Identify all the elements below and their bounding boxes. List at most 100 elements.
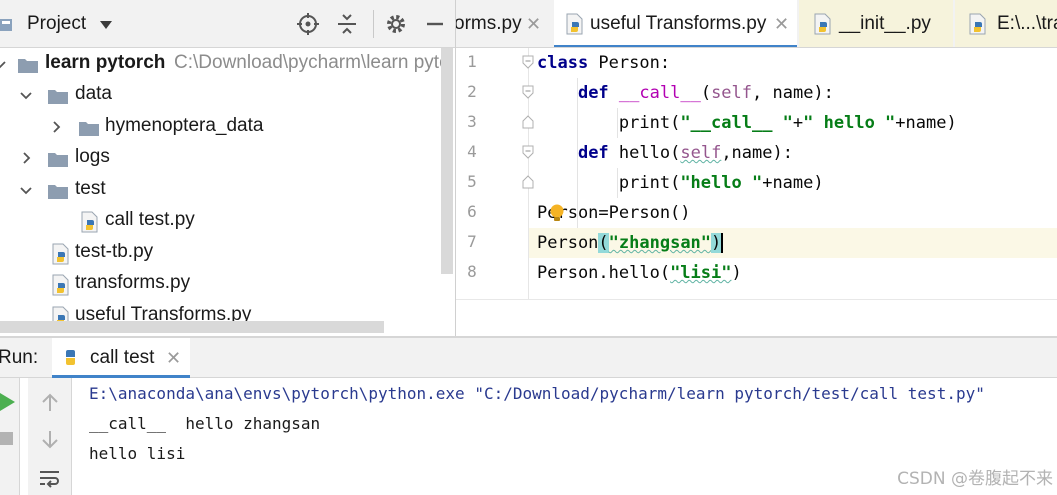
arrow-down-icon[interactable] <box>41 430 59 450</box>
tree-item-logs[interactable]: logs <box>0 142 443 173</box>
tree-item-label: test <box>75 178 106 199</box>
toolbar-separator <box>373 10 374 38</box>
chevron-down-icon[interactable] <box>20 89 32 101</box>
stop-icon[interactable] <box>0 432 14 446</box>
chevron-down-icon[interactable] <box>100 21 112 29</box>
tab-label: orms.py <box>456 13 522 34</box>
code-text: ,name): <box>721 143 793 163</box>
run-toolbar <box>0 378 20 495</box>
tree-item-data[interactable]: data <box>0 79 443 110</box>
close-icon[interactable]: ✕ <box>774 14 789 35</box>
chevron-down-icon[interactable] <box>0 58 6 70</box>
python-file-icon <box>52 243 69 265</box>
tree-item-label: call test.py <box>105 209 195 230</box>
line-number: 2 <box>467 82 477 101</box>
string-literal: "hello " <box>680 173 763 193</box>
code-line-5[interactable]: print("hello "+name) <box>537 168 824 198</box>
code-text: ) <box>731 263 742 283</box>
code-editor[interactable]: class Person: def __call__(self, name): … <box>529 48 1057 300</box>
close-icon[interactable]: ✕ <box>166 348 181 369</box>
tree-item-test-tb-py[interactable]: test-tb.py <box>0 237 443 268</box>
line-number: 1 <box>467 52 477 71</box>
tree-item-label: learn pytorch <box>45 52 166 73</box>
code-text: print( <box>618 173 681 193</box>
matched-bracket: ) <box>711 233 722 253</box>
string-literal: " hello " <box>803 113 896 133</box>
tree-vertical-scrollbar[interactable] <box>441 48 453 274</box>
tab-label: __init__.py <box>839 13 931 34</box>
close-icon[interactable]: ✕ <box>526 14 541 35</box>
code-text: Person <box>537 233 599 253</box>
chevron-right-icon[interactable] <box>20 152 32 164</box>
tab-label: useful Transforms.py <box>590 13 767 34</box>
tree-item-label: hymenoptera_data <box>105 115 264 136</box>
string-literal: "__call__ " <box>680 113 793 133</box>
watermark: CSDN @卷腹起不来 <box>897 469 1053 489</box>
tree-item-test[interactable]: test <box>0 174 443 205</box>
console-output-line: __call__ hello zhangsan <box>89 414 321 433</box>
code-line-2[interactable]: def __call__(self, name): <box>537 78 834 108</box>
code-text: ( <box>700 83 712 103</box>
chevron-right-icon[interactable] <box>50 121 62 133</box>
run-toolbar-secondary <box>28 378 72 495</box>
code-line-7[interactable]: Person("zhangsan") <box>529 228 1057 258</box>
chevron-down-icon[interactable] <box>20 184 32 196</box>
tree-item-label: test-tb.py <box>75 241 154 262</box>
folder-icon <box>48 185 68 199</box>
tree-item-call-test-py[interactable]: call test.py <box>0 205 443 236</box>
line-number: 3 <box>467 112 477 131</box>
matched-bracket: ( <box>598 233 609 253</box>
project-tree: learn pytorch C:\Download\pycharm\learn … <box>0 48 443 336</box>
line-number: 6 <box>467 202 477 221</box>
string-literal: "lisi" <box>670 263 732 283</box>
tree-item-root[interactable]: learn pytorch C:\Download\pycharm\learn … <box>0 48 443 79</box>
code-line-8[interactable]: Person.hello("lisi") <box>537 258 742 288</box>
editor-breadcrumb-area <box>456 299 1057 337</box>
locate-crosshair-icon[interactable] <box>296 12 320 36</box>
console-output-line: hello lisi <box>89 444 186 463</box>
editor-tab-bar: orms.py ✕ useful Transforms.py ✕ __init_… <box>456 0 1057 48</box>
code-text: +name) <box>762 173 824 193</box>
python-file-icon <box>814 13 831 35</box>
line-number: 5 <box>467 172 477 191</box>
tree-item-hymenoptera-data[interactable]: hymenoptera_data <box>0 111 443 142</box>
tree-horizontal-scrollbar[interactable] <box>0 321 384 333</box>
run-tool-window-header: Run: call test ✕ <box>0 338 1057 378</box>
gear-icon[interactable] <box>384 12 408 36</box>
line-number: 7 <box>467 232 477 251</box>
collapse-all-icon[interactable] <box>335 12 359 36</box>
keyword: def <box>577 143 609 163</box>
project-tool-window-header: Project <box>0 0 456 48</box>
rerun-play-icon[interactable] <box>0 392 16 412</box>
arrow-up-icon[interactable] <box>41 392 59 412</box>
method-name: hello <box>618 143 671 163</box>
tab-transforms-py[interactable]: orms.py ✕ <box>456 0 552 47</box>
tree-item-label: data <box>75 83 112 104</box>
tab-run-config[interactable]: call test ✕ <box>52 338 190 378</box>
code-text: + <box>792 113 804 133</box>
line-number: 4 <box>467 142 477 161</box>
tab-useful-transforms-py[interactable]: useful Transforms.py ✕ <box>554 0 797 47</box>
tab-init-py[interactable]: __init__.py <box>799 0 953 47</box>
code-text: +name) <box>895 113 957 133</box>
code-line-3[interactable]: print("__call__ "+" hello "+name) <box>537 108 957 138</box>
folder-icon <box>48 90 68 104</box>
tree-item-label: transforms.py <box>75 272 191 293</box>
folder-icon <box>48 153 68 167</box>
string-literal: "zhangsan" <box>608 233 712 253</box>
code-text: Person: <box>588 53 671 73</box>
self-param: self <box>680 143 722 163</box>
code-line-1[interactable]: class Person: <box>537 48 670 78</box>
tree-item-transforms-py[interactable]: transforms.py <box>0 268 443 299</box>
project-panel-title[interactable]: Project <box>27 13 86 35</box>
hide-panel-icon[interactable] <box>423 12 447 36</box>
text-caret <box>721 233 724 253</box>
code-text: ( <box>670 143 681 163</box>
line-number: 8 <box>467 262 477 281</box>
tab-external-file[interactable]: E:\...\tra <box>955 0 1057 47</box>
lightbulb-icon[interactable] <box>549 203 565 223</box>
keyword: class <box>537 53 589 73</box>
soft-wrap-icon[interactable] <box>39 468 61 488</box>
code-line-4[interactable]: def hello(self,name): <box>537 138 793 168</box>
project-view-icon <box>0 19 12 31</box>
